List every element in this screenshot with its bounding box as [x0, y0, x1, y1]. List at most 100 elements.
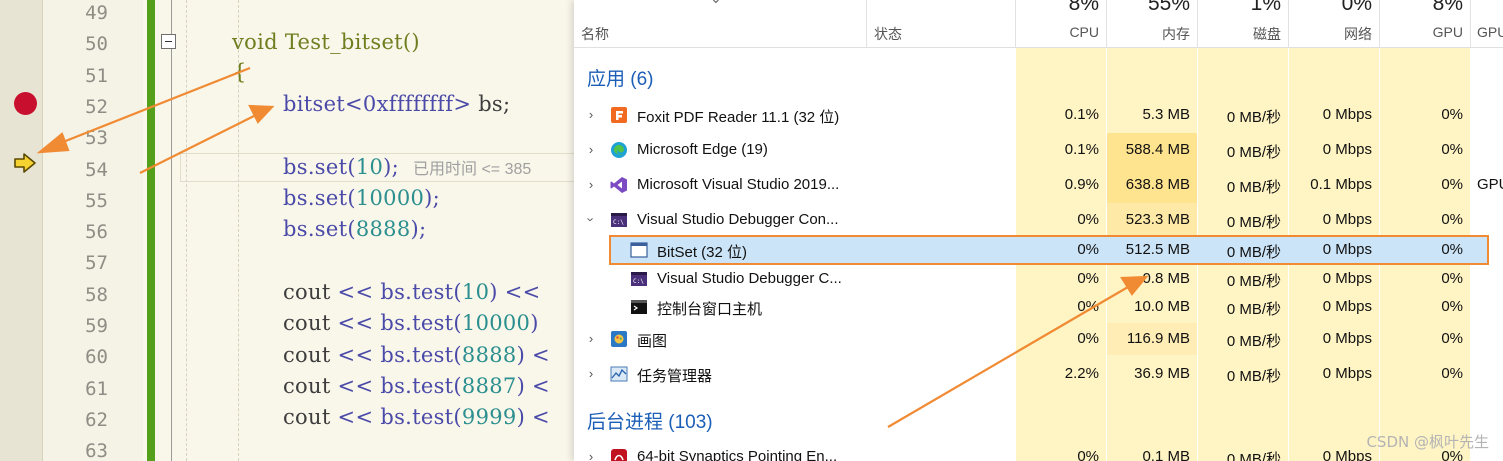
process-row-vs-debugger-console[interactable]: › C:\ Visual Studio Debugger Con... 0% 5…	[574, 204, 1503, 236]
header-divider[interactable]	[866, 0, 867, 48]
perf-tip-elapsed[interactable]: 已用时间 <= 385	[413, 161, 531, 178]
disk-total-percent: 1%	[1250, 0, 1281, 15]
gpu-value: 0%	[1441, 298, 1463, 315]
outline-fold-line	[171, 0, 172, 461]
execution-arrow-icon[interactable]	[13, 152, 37, 174]
code-line-61[interactable]: cout << bs.test(8887) <	[283, 373, 550, 399]
code-line-59[interactable]: cout << bs.test(10000)	[283, 310, 539, 336]
svg-text:C:\: C:\	[613, 219, 624, 226]
process-name: Microsoft Visual Studio 2019...	[637, 176, 840, 193]
console-app-icon: C:\	[610, 211, 628, 229]
header-memory[interactable]: 内存	[1107, 24, 1190, 44]
shift-operator: <	[525, 405, 550, 429]
svg-text:C:\: C:\	[633, 278, 644, 285]
shift-operator: <<	[330, 374, 381, 398]
process-row-task-manager[interactable]: › 任务管理器 2.2% 36.9 MB 0 MB/秒 0 Mbps 0%	[574, 358, 1503, 390]
console-host-icon	[630, 298, 648, 316]
expand-chevron-icon[interactable]: ›	[585, 177, 597, 192]
gpu-value: 0%	[1441, 270, 1463, 287]
call-close: )	[489, 280, 498, 304]
call-set: bs.set(	[283, 217, 356, 241]
gpu-value: 0%	[1441, 141, 1463, 158]
edge-icon	[610, 141, 628, 159]
cout-token: cout	[283, 280, 331, 304]
expand-chevron-icon[interactable]: ›	[585, 331, 597, 346]
expand-chevron-icon[interactable]: ›	[585, 142, 597, 157]
code-line-56[interactable]: bs.set(8888);	[283, 216, 426, 242]
process-row-conhost[interactable]: 控制台窗口主机 0% 10.0 MB 0 MB/秒 0 Mbps 0%	[574, 291, 1503, 323]
process-name: Foxit PDF Reader 11.1 (32 位)	[637, 109, 840, 126]
code-line-54[interactable]: bs.set(10); 已用时间 <= 385	[283, 154, 531, 183]
header-cpu[interactable]: CPU	[1016, 24, 1099, 40]
code-line-62[interactable]: cout << bs.test(9999) <	[283, 404, 550, 430]
call-close: )	[516, 405, 526, 429]
network-value: 0.1 Mbps	[1310, 176, 1372, 193]
header-network[interactable]: 网络	[1289, 24, 1372, 44]
collapse-chevron-icon[interactable]: ›	[584, 214, 599, 226]
breakpoint-icon[interactable]	[14, 92, 37, 115]
memory-value: 638.8 MB	[1125, 176, 1190, 193]
expand-chevron-icon[interactable]: ›	[585, 107, 597, 122]
cpu-value: 0%	[1077, 270, 1099, 287]
memory-value: 0.1 MB	[1142, 448, 1190, 461]
shift-operator: <	[525, 374, 550, 398]
process-row-synaptics[interactable]: › 64-bit Synaptics Pointing En... 0% 0.1…	[574, 441, 1503, 461]
call-test: bs.test(	[380, 405, 462, 429]
number-literal: 8888	[355, 217, 411, 241]
code-line-51[interactable]: {	[233, 59, 247, 85]
header-disk[interactable]: 磁盘	[1198, 24, 1281, 44]
memory-value: 36.9 MB	[1134, 365, 1190, 382]
synaptics-icon	[610, 448, 628, 461]
expand-chevron-icon[interactable]: ›	[585, 366, 597, 381]
collapse-toggle-icon[interactable]	[161, 34, 176, 49]
cpu-value: 0.9%	[1064, 176, 1099, 193]
visual-studio-icon	[610, 176, 628, 194]
paint-icon	[610, 330, 628, 348]
header-gpu[interactable]: GPU	[1380, 24, 1463, 40]
memory-value: 10.0 MB	[1134, 298, 1190, 315]
keyword-void: void	[232, 30, 278, 54]
disk-value: 0 MB/秒	[1226, 301, 1281, 318]
header-gpu-engine[interactable]: GPU	[1477, 24, 1503, 40]
code-line-50[interactable]: void Test_bitset()	[232, 29, 420, 55]
cpu-value: 0%	[1077, 298, 1099, 315]
process-name: Visual Studio Debugger Con...	[637, 211, 839, 228]
group-apps[interactable]: 应用 (6)	[587, 64, 654, 91]
task-manager-window[interactable]: ⌄ 名称 状态 8% CPU 55% 内存 1% 磁盘 0% 网络 8% GPU…	[574, 0, 1503, 461]
disk-value: 0 MB/秒	[1226, 333, 1281, 350]
cout-token: cout	[283, 405, 331, 429]
sort-chevron-icon[interactable]: ⌄	[710, 0, 722, 7]
call-close: );	[410, 217, 427, 241]
memory-total-percent: 55%	[1147, 0, 1190, 15]
cpu-value: 0%	[1077, 448, 1099, 461]
function-signature: Test_bitset()	[277, 30, 420, 54]
call-test: bs.test(	[380, 280, 462, 304]
code-line-55[interactable]: bs.set(10000);	[283, 185, 440, 211]
group-background-processes[interactable]: 后台进程 (103)	[587, 407, 713, 434]
code-editor[interactable]: 49 50 51 52 53 54 55 56 57 58 59 60 61 62 63 void Test…	[0, 0, 574, 461]
code-line-58[interactable]: cout << bs.test(10) <<	[283, 279, 541, 305]
process-row-visual-studio[interactable]: › Microsoft Visual Studio 2019... 0.9% 6…	[574, 169, 1503, 201]
disk-value: 0 MB/秒	[1226, 214, 1281, 231]
process-row-edge[interactable]: › Microsoft Edge (19) 0.1% 588.4 MB 0 MB…	[574, 134, 1503, 166]
breakpoint-margin[interactable]	[0, 0, 43, 461]
call-test: bs.test(	[380, 374, 462, 398]
line-number: 60	[85, 346, 108, 369]
process-row-foxit[interactable]: › Foxit PDF Reader 11.1 (32 位) 0.1% 5.3 …	[574, 99, 1503, 131]
header-name[interactable]: 名称	[581, 24, 609, 44]
expand-chevron-icon[interactable]: ›	[585, 449, 597, 461]
network-value: 0 Mbps	[1322, 141, 1372, 158]
shift-operator: <<	[330, 343, 381, 367]
header-divider[interactable]	[1470, 0, 1471, 48]
process-name: 画图	[637, 333, 668, 350]
header-status[interactable]: 状态	[874, 24, 902, 44]
indent-guide	[186, 0, 187, 461]
line-number: 49	[85, 2, 108, 24]
cout-token: cout	[283, 311, 331, 335]
network-value: 0 Mbps	[1322, 365, 1372, 382]
call-close: )	[530, 311, 539, 335]
gpu-value: 0%	[1441, 106, 1463, 123]
code-line-52[interactable]: bitset<0xffffffff> bs;	[283, 91, 510, 117]
process-row-paint[interactable]: › 画图 0% 116.9 MB 0 MB/秒 0 Mbps 0%	[574, 323, 1503, 355]
code-line-60[interactable]: cout << bs.test(8888) <	[283, 342, 550, 368]
